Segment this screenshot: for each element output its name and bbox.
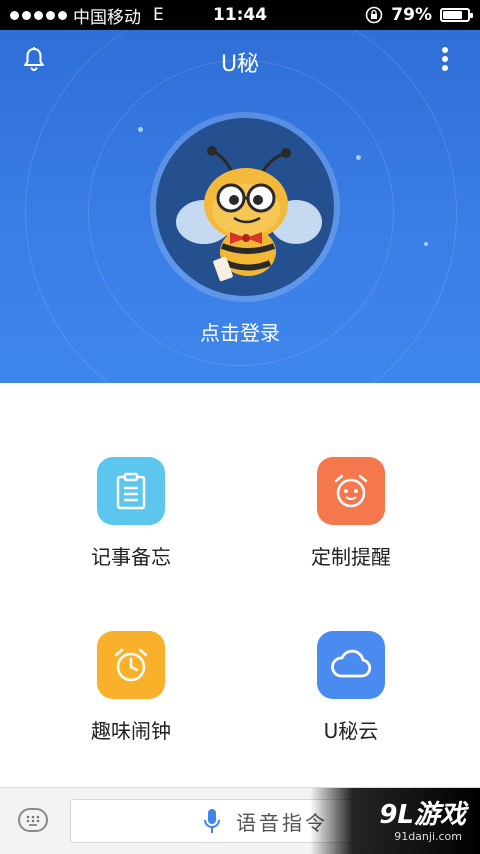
avatar-frame[interactable] xyxy=(150,112,340,302)
alarm-clock-icon xyxy=(114,648,148,682)
feature-label: U秘云 xyxy=(323,719,379,743)
watermark-site: 91danji.com xyxy=(394,830,462,843)
app-title: U秘 xyxy=(220,52,260,77)
login-link[interactable]: 点击登录 xyxy=(0,317,480,346)
battery-icon xyxy=(440,8,473,22)
rotation-lock-icon xyxy=(365,6,383,24)
status-bar: 中国移动 E 11:44 79% xyxy=(0,0,480,30)
status-right: 79% xyxy=(365,0,473,30)
bottom-input-bar: 语音指令 9L游戏 91danji.com xyxy=(0,787,480,854)
feature-alarm[interactable]: 趣味闹钟 xyxy=(31,631,231,744)
notes-tile-icon xyxy=(97,457,165,525)
keyboard-icon xyxy=(26,815,40,826)
battery-percent: 79% xyxy=(391,5,432,25)
feature-label: 定制提醒 xyxy=(311,545,391,569)
keyboard-button[interactable] xyxy=(18,808,48,832)
decor-dot xyxy=(138,127,143,132)
alarm-tile-icon xyxy=(97,631,165,699)
feature-notes[interactable]: 记事备忘 xyxy=(31,457,231,570)
cloud-tile-icon xyxy=(317,631,385,699)
profile-header: U秘 点击登录 xyxy=(0,30,480,383)
decor-dot xyxy=(424,242,428,246)
avatar[interactable] xyxy=(156,118,334,296)
cloud-icon xyxy=(331,649,372,678)
more-vertical-icon xyxy=(442,47,448,71)
feature-reminder[interactable]: 定制提醒 xyxy=(251,457,451,570)
feature-label: 趣味闹钟 xyxy=(91,719,171,743)
clipboard-icon xyxy=(116,472,146,510)
more-menu-button[interactable] xyxy=(430,44,460,74)
alarm-face-icon xyxy=(334,474,368,508)
bee-mascot-icon xyxy=(176,146,322,282)
watermark: 9L游戏 91danji.com xyxy=(310,788,480,854)
feature-cloud[interactable]: U秘云 xyxy=(251,631,451,744)
microphone-icon xyxy=(204,809,220,833)
watermark-brand: 9L游戏 xyxy=(379,800,466,830)
reminder-tile-icon xyxy=(317,457,385,525)
battery-fill xyxy=(443,11,462,19)
feature-label: 记事备忘 xyxy=(91,545,171,569)
decor-dot xyxy=(356,155,361,160)
